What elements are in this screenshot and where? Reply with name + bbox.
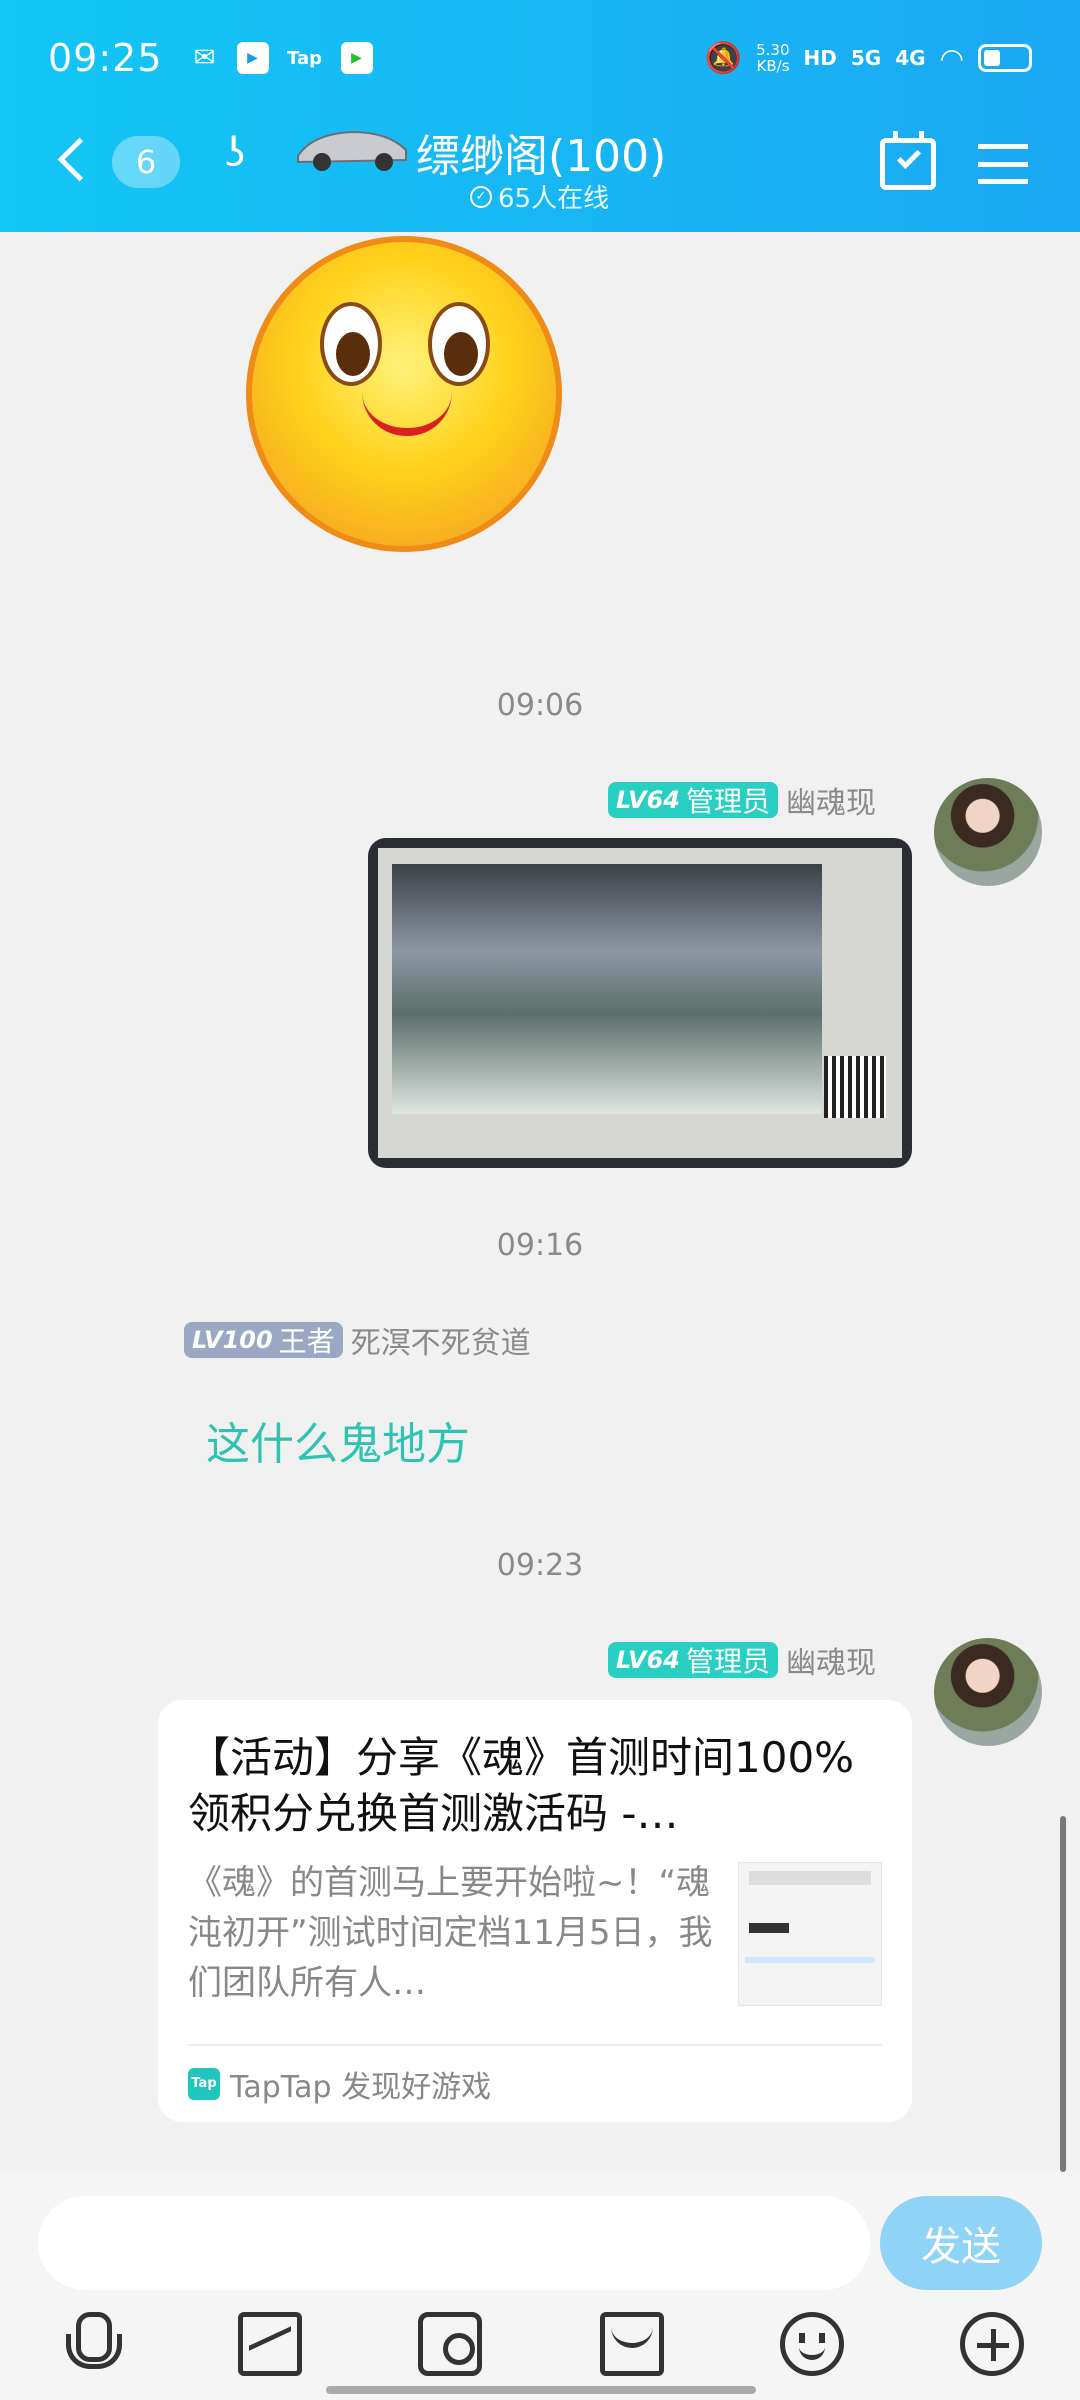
card-source-label: TapTap 发现好游戏: [230, 2070, 492, 2105]
status-bar: 09:25 ✉ ▶ Tap ▶ 🔕 5.30 KB/s HD 5G 4G ◠: [48, 30, 1032, 86]
car-icon: [297, 130, 407, 171]
group-title[interactable]: 缥缈阁(100): [416, 120, 666, 184]
network-speed: 5.30 KB/s: [756, 42, 789, 74]
chat-scrollbar[interactable]: [1060, 1816, 1066, 2172]
plus-icon[interactable]: [960, 2312, 1024, 2376]
level-number: LV64: [616, 786, 680, 814]
calendar-check-icon[interactable]: [880, 131, 936, 190]
sticker-mouth: [362, 392, 452, 436]
online-status: ✓ 65人在线: [470, 178, 609, 215]
red-packet-icon[interactable]: [600, 2312, 664, 2376]
image-icon[interactable]: [238, 2312, 302, 2376]
text-message[interactable]: 这什么鬼地方: [206, 1408, 470, 1472]
game-poster-image: [378, 848, 902, 1158]
input-area: 发送: [0, 2172, 1080, 2400]
sender-info: LV64 管理员 幽魂现: [608, 778, 876, 822]
card-description: 《魂》的首测马上要开始啦~！“魂沌初开”测试时间定档11月5日，我们团队所有人…: [188, 1863, 713, 2003]
tap-icon: Tap: [287, 47, 323, 69]
iqiyi-icon: ▶: [340, 42, 373, 74]
poster-scene: [392, 864, 822, 1114]
sender-info: LV100 王者 死溟不死贫道: [184, 1318, 531, 1362]
thumb-text: [749, 1923, 789, 1933]
wechat-icon: ✉: [193, 43, 216, 73]
smiley-sticker[interactable]: [246, 236, 562, 552]
youku-icon: ▶: [236, 42, 269, 74]
menu-icon[interactable]: [978, 144, 1028, 184]
sender-info: LV64 管理员 幽魂现: [608, 1638, 876, 1682]
emoji-icon[interactable]: [780, 2312, 844, 2376]
battery-icon: [978, 44, 1032, 72]
level-badge: LV100 王者: [184, 1322, 343, 1358]
sender-name[interactable]: 死溟不死贫道: [351, 1318, 531, 1362]
wifi-icon: ◠: [939, 41, 964, 75]
camera-icon[interactable]: [418, 2312, 482, 2376]
signal-5g-icon: 5G: [850, 46, 882, 70]
signal-4g-icon: 4G: [895, 46, 926, 70]
microphone-icon[interactable]: [58, 2312, 122, 2376]
status-time: 09:25: [48, 36, 163, 80]
role-title: 管理员: [685, 785, 770, 818]
sender-name[interactable]: 幽魂现: [786, 778, 876, 822]
nav-bar: 6 ʖ 缥缈阁(100) ✓ 65人在线: [0, 108, 1080, 218]
back-arrow-icon[interactable]: [56, 138, 92, 182]
message-time: 09:06: [496, 688, 584, 723]
role-title: 管理员: [685, 1645, 770, 1678]
status-indicators: 🔕 5.30 KB/s HD 5G 4G ◠: [705, 41, 1032, 76]
level-badge: LV64 管理员: [608, 782, 778, 818]
mute-icon: 🔕: [704, 40, 743, 76]
notification-icons: ✉ ▶ Tap ▶: [189, 42, 373, 74]
home-indicator[interactable]: [326, 2386, 756, 2394]
net-speed-unit: KB/s: [756, 57, 790, 75]
chat-header: 09:25 ✉ ▶ Tap ▶ 🔕 5.30 KB/s HD 5G 4G ◠ 6…: [0, 0, 1080, 232]
card-thumbnail: [738, 1862, 882, 2006]
card-source: Tap TapTap 发现好游戏: [188, 2062, 491, 2106]
online-count: 65人在线: [498, 184, 610, 214]
ear-icon[interactable]: ʖ: [225, 130, 245, 176]
taptap-logo-icon: Tap: [188, 2068, 220, 2100]
level-number: LV64: [616, 1646, 680, 1674]
qr-code-icon: [824, 1056, 886, 1118]
sticker-right-eye: [428, 302, 490, 386]
unread-count-badge[interactable]: 6: [112, 136, 180, 188]
sticker-left-eye: [320, 302, 382, 386]
role-title: 王者: [278, 1325, 335, 1358]
send-button[interactable]: 发送: [880, 2196, 1042, 2290]
card-divider: [188, 2044, 882, 2046]
card-title: 【活动】分享《魂》首测时间100%领积分兑换首测激活码 -…: [188, 1733, 855, 1838]
sender-name[interactable]: 幽魂现: [786, 1638, 876, 1682]
message-time: 09:16: [496, 1228, 584, 1263]
thumb-link: [745, 1957, 875, 1963]
input-toolbar: [0, 2306, 1080, 2386]
message-input[interactable]: [38, 2196, 870, 2290]
thumb-header: [749, 1871, 871, 1885]
check-circle-icon: ✓: [470, 185, 492, 208]
level-number: LV100: [192, 1326, 273, 1354]
avatar[interactable]: [934, 1638, 1042, 1746]
link-card[interactable]: 【活动】分享《魂》首测时间100%领积分兑换首测激活码 -… 《魂》的首测马上要…: [158, 1700, 912, 2122]
hd-label: HD: [803, 46, 837, 70]
image-message[interactable]: [368, 838, 912, 1168]
level-badge: LV64 管理员: [608, 1642, 778, 1678]
message-time: 09:23: [496, 1548, 584, 1583]
avatar[interactable]: [934, 778, 1042, 886]
